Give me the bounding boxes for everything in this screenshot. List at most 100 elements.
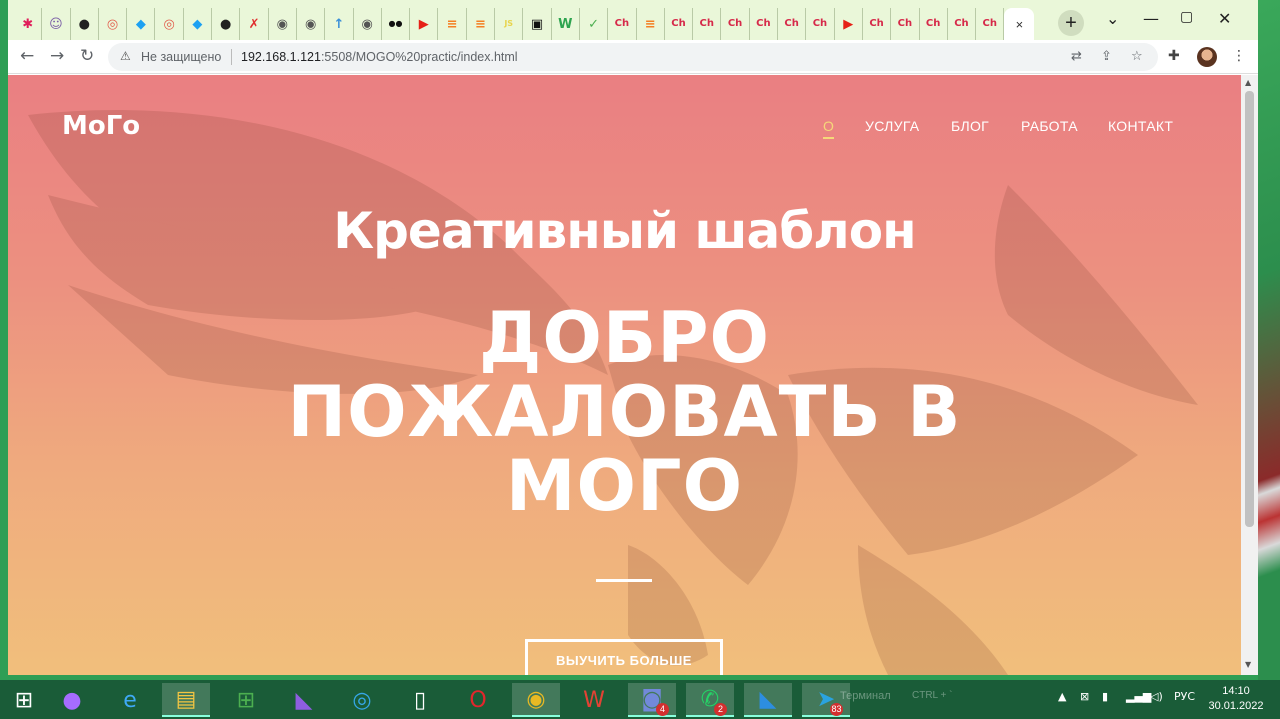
browser-tab[interactable]: ▶ bbox=[835, 8, 863, 40]
nav-service[interactable]: УСЛУГА bbox=[865, 118, 919, 134]
chrome-taskbar-button[interactable]: ◉ bbox=[512, 683, 560, 717]
browser-tab[interactable]: Ch bbox=[976, 8, 1005, 40]
nav-work[interactable]: РАБОТА bbox=[1021, 118, 1078, 134]
browser-tab[interactable]: W bbox=[552, 8, 580, 40]
url-host: 192.168.1.121 bbox=[241, 50, 321, 64]
desktop: ✱ ☺ ● ◎ ◆ ◎ ◆ ● ✗ ◉ ◉ ↑ ◉ ●● ▶ ≡ ≡ JS ▣ W ✓ Ch ≡ Ch Ch Ch Ch Ch Ch ▶ C… bbox=[0, 0, 1280, 719]
language-indicator[interactable]: РУС bbox=[1174, 690, 1195, 703]
browser-tab[interactable]: Ch bbox=[693, 8, 722, 40]
browser-tab[interactable]: ≡ bbox=[637, 8, 665, 40]
browser-tab[interactable]: Ch bbox=[806, 8, 835, 40]
volume-icon[interactable]: ◁) bbox=[1150, 690, 1163, 703]
opera-taskbar-button[interactable]: O bbox=[454, 683, 502, 717]
browser-tab[interactable]: ● bbox=[71, 8, 99, 40]
person-icon: ✗ bbox=[248, 16, 260, 32]
browser-tab[interactable]: ◎ bbox=[99, 8, 128, 40]
browser-tab[interactable]: ✗ bbox=[240, 8, 269, 40]
reload-button[interactable]: ↻ bbox=[80, 46, 94, 66]
extensions-icon[interactable]: ✚ bbox=[1168, 48, 1180, 64]
browser-tab[interactable]: ◉ bbox=[297, 8, 326, 40]
dots-icon: ●● bbox=[388, 19, 403, 28]
browser-tab[interactable]: JS bbox=[495, 8, 524, 40]
browser-tab[interactable]: ◉ bbox=[269, 8, 297, 40]
scroll-down-arrow[interactable]: ▼ bbox=[1245, 660, 1251, 669]
close-tab-icon[interactable]: × bbox=[1016, 17, 1024, 32]
profile-avatar[interactable] bbox=[1197, 47, 1217, 67]
whatsapp-taskbar-button[interactable]: ✆ 2 bbox=[686, 683, 734, 717]
active-tab[interactable]: × bbox=[1004, 8, 1035, 40]
internet-explorer-taskbar-button[interactable]: e bbox=[106, 683, 154, 717]
url-text[interactable]: 192.168.1.121:5508/MOGO%20practic/index.… bbox=[241, 50, 518, 64]
avatar-icon: ☺ bbox=[49, 16, 63, 32]
back-button[interactable]: ← bbox=[20, 46, 34, 66]
hero-headline: ДОБРО ПОЖАЛОВАТЬ В МОГО bbox=[8, 301, 1241, 523]
start-taskbar-button[interactable]: ⊞ bbox=[0, 683, 48, 717]
browser-tab[interactable]: ◉ bbox=[354, 8, 382, 40]
browser-tab[interactable]: Ch bbox=[920, 8, 948, 40]
maximize-button[interactable]: ▢ bbox=[1180, 9, 1193, 25]
wifi-signal-icon[interactable]: ▂▄▆ bbox=[1126, 690, 1151, 703]
file-explorer-icon: ▤ bbox=[175, 686, 197, 712]
github-icon: ● bbox=[78, 16, 90, 32]
visual-studio-taskbar-button[interactable]: ◣ bbox=[280, 683, 328, 717]
browser-tab[interactable]: Ch bbox=[948, 8, 977, 40]
warning-icon[interactable]: ⚠ bbox=[120, 49, 131, 63]
battery-icon[interactable]: ▮ bbox=[1102, 690, 1108, 703]
vertical-scrollbar[interactable]: ▲ ▼ bbox=[1241, 75, 1258, 675]
browser-tab[interactable]: Ch bbox=[891, 8, 920, 40]
document-taskbar-button[interactable]: ▯ bbox=[396, 683, 444, 717]
browser-tab[interactable]: ↑ bbox=[325, 8, 354, 40]
security-label[interactable]: Не защищено bbox=[141, 50, 221, 64]
browser-tab[interactable]: ◎ bbox=[155, 8, 184, 40]
ch-icon: Ch bbox=[897, 18, 913, 29]
file-explorer-taskbar-button[interactable]: ▤ bbox=[162, 683, 210, 717]
store-taskbar-button[interactable]: ⊞ bbox=[222, 683, 270, 717]
browser-tab[interactable]: Ch bbox=[778, 8, 807, 40]
vscode-taskbar-button[interactable]: ◣ bbox=[744, 683, 792, 717]
scroll-thumb[interactable] bbox=[1245, 91, 1254, 527]
discord-taskbar-button[interactable]: ◙ 4 bbox=[628, 683, 676, 717]
bookmark-star-icon[interactable]: ☆ bbox=[1131, 49, 1143, 64]
browser-tab[interactable]: Ch bbox=[665, 8, 694, 40]
browser-tab[interactable]: Ch bbox=[750, 8, 779, 40]
internet-explorer-icon: e bbox=[123, 687, 137, 713]
ch-icon: Ch bbox=[784, 18, 799, 29]
nav-contact[interactable]: КОНТАКТ bbox=[1108, 118, 1173, 134]
wps-taskbar-button[interactable]: W bbox=[570, 683, 618, 717]
hero-divider bbox=[596, 579, 652, 582]
browser-tab[interactable]: ≡ bbox=[467, 8, 496, 40]
browser-tab[interactable]: ◆ bbox=[184, 8, 213, 40]
network-icon[interactable]: ⊠ bbox=[1080, 690, 1089, 703]
share-icon[interactable]: ⇪ bbox=[1101, 49, 1112, 64]
ch-icon: Ch bbox=[614, 18, 630, 29]
youtube-icon: ▶ bbox=[418, 16, 429, 32]
browser-tab[interactable]: ▶ bbox=[410, 8, 439, 40]
close-window-button[interactable]: ✕ bbox=[1218, 9, 1231, 28]
translate-icon[interactable]: ⇄ bbox=[1071, 49, 1082, 64]
address-bar[interactable]: ⚠ Не защищено 192.168.1.121:5508/MOGO%20… bbox=[108, 43, 1158, 71]
tab-search-icon[interactable]: ⌄ bbox=[1106, 9, 1119, 28]
nav-blog[interactable]: БЛОГ bbox=[951, 118, 989, 134]
learn-more-button[interactable]: ВЫУЧИТЬ БОЛЬШЕ bbox=[525, 639, 723, 675]
scroll-up-arrow[interactable]: ▲ bbox=[1245, 78, 1251, 87]
browser-tab[interactable]: Ch bbox=[608, 8, 637, 40]
browser-tab[interactable]: ✱ bbox=[14, 8, 43, 40]
forward-button[interactable]: → bbox=[50, 46, 64, 66]
browser-tab[interactable]: ◆ bbox=[127, 8, 156, 40]
browser-tab[interactable]: ● bbox=[212, 8, 241, 40]
minimize-button[interactable]: — bbox=[1143, 9, 1159, 28]
browser-tab[interactable]: ●● bbox=[382, 8, 411, 40]
browser-tab[interactable]: ☺ bbox=[42, 8, 71, 40]
menu-kebab-icon[interactable]: ⋮ bbox=[1232, 48, 1246, 64]
browser-tab[interactable]: ▣ bbox=[523, 8, 552, 40]
edge-taskbar-button[interactable]: ◎ bbox=[338, 683, 386, 717]
new-tab-button[interactable]: + bbox=[1058, 10, 1084, 36]
alice-taskbar-button[interactable]: ● bbox=[48, 683, 96, 717]
clock[interactable]: 14:10 30.01.2022 bbox=[1206, 684, 1266, 714]
browser-tab[interactable]: ≡ bbox=[438, 8, 467, 40]
browser-tab[interactable]: ✓ bbox=[580, 8, 609, 40]
nav-about[interactable]: О bbox=[823, 118, 834, 134]
browser-tab[interactable]: Ch bbox=[721, 8, 750, 40]
tray-expand-icon[interactable]: ▲ bbox=[1058, 690, 1066, 703]
browser-tab[interactable]: Ch bbox=[863, 8, 892, 40]
